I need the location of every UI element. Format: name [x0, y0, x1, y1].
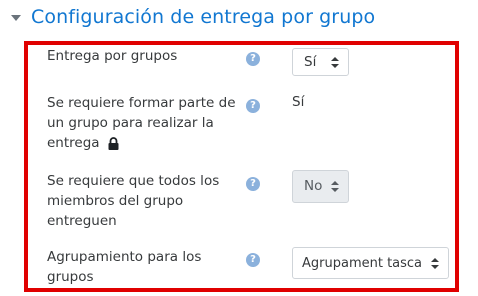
help-icon[interactable]: ?	[246, 52, 260, 66]
help-icon[interactable]: ?	[246, 253, 260, 267]
setting-label-all-members-submit: Se requiere que todos los miembros del g…	[47, 171, 219, 231]
lock-icon	[108, 136, 119, 150]
label-line: grupos	[47, 269, 94, 285]
setting-label-text: Entrega por grupos	[47, 48, 178, 64]
select-arrows-icon	[331, 57, 339, 68]
section-title[interactable]: Configuración de entrega por grupo	[31, 6, 375, 28]
require-group-value: Sí	[292, 94, 305, 110]
section-header[interactable]: Configuración de entrega por grupo	[11, 3, 375, 31]
select-arrows-icon	[331, 181, 339, 192]
all-members-submit-select[interactable]: No	[292, 170, 349, 203]
label-line: entrega	[47, 135, 100, 151]
select-value: No	[304, 178, 323, 194]
select-value: Agrupament tasca	[302, 256, 423, 271]
label-line: entreguen	[47, 213, 117, 229]
setting-label-require-group: Se requiere formar parte de un grupo par…	[47, 93, 236, 153]
grouping-select[interactable]: Agrupament tasca	[292, 247, 449, 279]
setting-label-group-submission: Entrega por grupos	[47, 46, 177, 66]
help-icon[interactable]: ?	[246, 177, 260, 191]
label-line: un grupo para realizar la	[47, 115, 214, 131]
setting-label-grouping: Agrupamiento para los grupos	[47, 247, 201, 287]
label-line: Se requiere que todos los	[47, 173, 220, 189]
select-arrows-icon	[428, 258, 439, 269]
help-icon[interactable]: ?	[246, 99, 260, 113]
select-value: Sí	[304, 54, 317, 70]
label-line: Se requiere formar parte de	[47, 95, 236, 111]
label-line: miembros del grupo	[47, 193, 184, 209]
group-submission-select[interactable]: Sí	[292, 48, 349, 76]
label-line-with-lock: entrega	[47, 133, 236, 153]
label-line: Agrupamiento para los	[47, 249, 202, 265]
chevron-down-icon[interactable]	[11, 15, 21, 21]
